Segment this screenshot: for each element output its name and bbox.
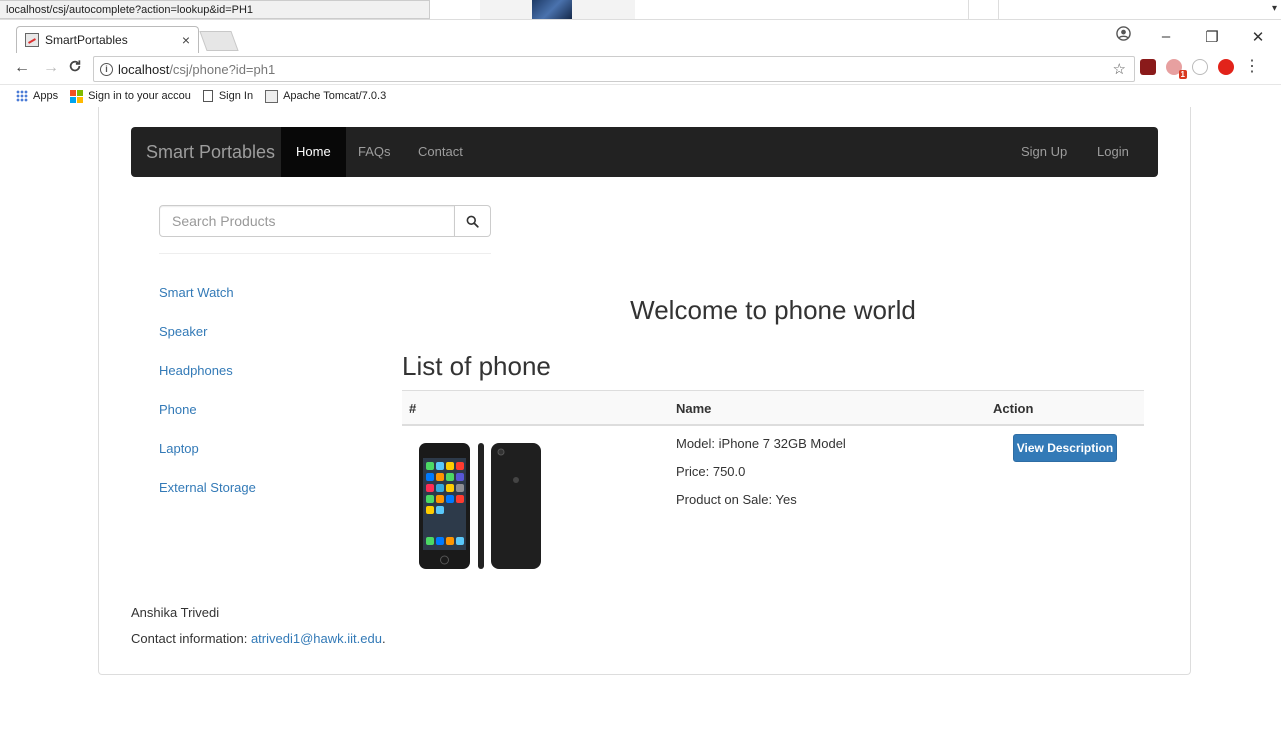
new-tab-button[interactable] <box>199 31 239 51</box>
menu-dots-icon[interactable]: ⋮ <box>1244 59 1260 75</box>
list-title: List of phone <box>402 351 551 381</box>
contact-email-link[interactable]: atrivedi1@hawk.iit.edu <box>251 631 382 646</box>
bookmark-label: Sign In <box>218 90 254 102</box>
product-table: # Name Action Model: iPhone 7 32GB Model… <box>402 390 1144 576</box>
reload-icon[interactable] <box>68 59 82 78</box>
browser-toolbar: ← → i localhost/csj/phone?id=ph1 ☆ 1 ⋮ <box>0 53 1281 85</box>
view-description-button[interactable]: View Description <box>1013 434 1117 462</box>
bookmark-star-icon[interactable]: ☆ <box>1113 60 1126 78</box>
red-extension-icon[interactable] <box>1218 59 1234 75</box>
footer-contact: Contact information: atrivedi1@hawk.iit.… <box>131 631 386 657</box>
table-header: # Name Action <box>402 390 1144 426</box>
sidebar-item-headphones[interactable]: Headphones <box>159 363 256 402</box>
bookmark-apps[interactable]: Apps <box>16 90 58 102</box>
nav-home[interactable]: Home <box>281 127 346 177</box>
footer-name: Anshika Trivedi <box>131 605 220 620</box>
bookmark-microsoft[interactable]: Sign in to your accou <box>70 89 191 103</box>
sidebar-item-external-storage[interactable]: External Storage <box>159 480 256 519</box>
address-bar[interactable]: i localhost/csj/phone?id=ph1 ☆ <box>93 56 1135 82</box>
forward-arrow-icon[interactable]: → <box>43 59 59 77</box>
page-image-fragment <box>480 0 635 19</box>
product-details: Model: iPhone 7 32GB Model Price: 750.0 … <box>676 436 846 520</box>
dropdown-arrow-icon[interactable]: ▾ <box>1272 3 1277 14</box>
bookmark-label: Apps <box>33 90 59 102</box>
minimize-icon[interactable]: – <box>1143 28 1189 45</box>
product-price: Price: 750.0 <box>676 464 746 479</box>
url-path: /csj/phone?id=ph1 <box>169 61 276 77</box>
bookmark-label: Apache Tomcat/7.0.3 <box>283 90 387 102</box>
welcome-heading: Welcome to phone world <box>630 295 916 325</box>
category-sidebar: Smart Watch Speaker Headphones Phone Lap… <box>159 285 256 519</box>
nav-contact[interactable]: Contact <box>403 127 478 177</box>
bookmark-tomcat[interactable]: Apache Tomcat/7.0.3 <box>265 89 387 103</box>
divider <box>159 253 491 254</box>
pdf-extension-icon[interactable] <box>1140 59 1156 75</box>
status-url: localhost/csj/autocomplete?action=lookup… <box>0 0 430 19</box>
tab-favicon-icon <box>25 33 39 47</box>
extension-badge: 1 <box>1178 70 1187 79</box>
product-model: Model: iPhone 7 32GB Model <box>676 436 846 451</box>
tomcat-icon <box>265 89 279 103</box>
site-navbar: Smart Portables Home FAQs Contact Sign U… <box>131 127 1158 177</box>
tab-strip: SmartPortables × – ❐ ✕ <box>0 20 1281 53</box>
tab-title: SmartPortables <box>45 33 128 47</box>
brand-link[interactable]: Smart Portables <box>146 142 275 163</box>
nav-sign-up[interactable]: Sign Up <box>1006 127 1082 177</box>
browser-tab[interactable]: SmartPortables × <box>16 26 199 53</box>
page-icon <box>202 90 213 102</box>
nav-faqs[interactable]: FAQs <box>343 127 406 177</box>
sidebar-item-smart-watch[interactable]: Smart Watch <box>159 285 256 324</box>
profile-icon[interactable] <box>1116 26 1131 45</box>
bookmarks-bar: Apps Sign in to your accou Sign In Apach… <box>0 85 1281 107</box>
info-icon[interactable]: i <box>100 62 113 76</box>
bookmark-label: Sign in to your accou <box>88 90 191 102</box>
product-sale-status: Product on Sale: Yes <box>676 492 797 507</box>
page-content: Smart Portables Home FAQs Contact Sign U… <box>0 107 1281 734</box>
close-window-icon[interactable]: ✕ <box>1235 28 1281 46</box>
search-icon <box>466 215 479 228</box>
back-arrow-icon[interactable]: ← <box>14 59 30 77</box>
table-row: Model: iPhone 7 32GB Model Price: 750.0 … <box>402 426 1144 576</box>
contact-label: Contact information: <box>131 631 251 646</box>
sidebar-item-laptop[interactable]: Laptop <box>159 441 256 480</box>
restore-icon[interactable]: ❐ <box>1189 28 1235 46</box>
status-bar: localhost/csj/autocomplete?action=lookup… <box>0 0 1281 20</box>
product-image <box>409 433 549 573</box>
contact-suffix: . <box>381 631 386 646</box>
disabled-extension-icon[interactable] <box>1192 59 1208 75</box>
column-header-action: Action <box>993 401 1034 416</box>
column-header-number: # <box>409 401 417 416</box>
extensions: 1 ⋮ <box>1140 59 1260 79</box>
bookmark-sign-in[interactable]: Sign In <box>202 90 254 102</box>
footer: Anshika Trivedi Contact information: atr… <box>131 605 386 657</box>
sidebar-item-phone[interactable]: Phone <box>159 402 256 441</box>
apps-icon <box>16 90 28 102</box>
url-host: localhost <box>118 61 170 77</box>
search-group <box>159 205 491 237</box>
sidebar-item-speaker[interactable]: Speaker <box>159 324 256 363</box>
badge-extension-icon[interactable]: 1 <box>1166 59 1187 79</box>
nav-login[interactable]: Login <box>1082 127 1144 177</box>
search-input[interactable] <box>159 205 455 237</box>
tab-close-icon[interactable]: × <box>182 32 190 48</box>
search-button[interactable] <box>455 205 491 237</box>
window-controls: – ❐ ✕ <box>1143 20 1281 53</box>
column-header-name: Name <box>676 401 712 416</box>
microsoft-icon <box>70 89 84 103</box>
